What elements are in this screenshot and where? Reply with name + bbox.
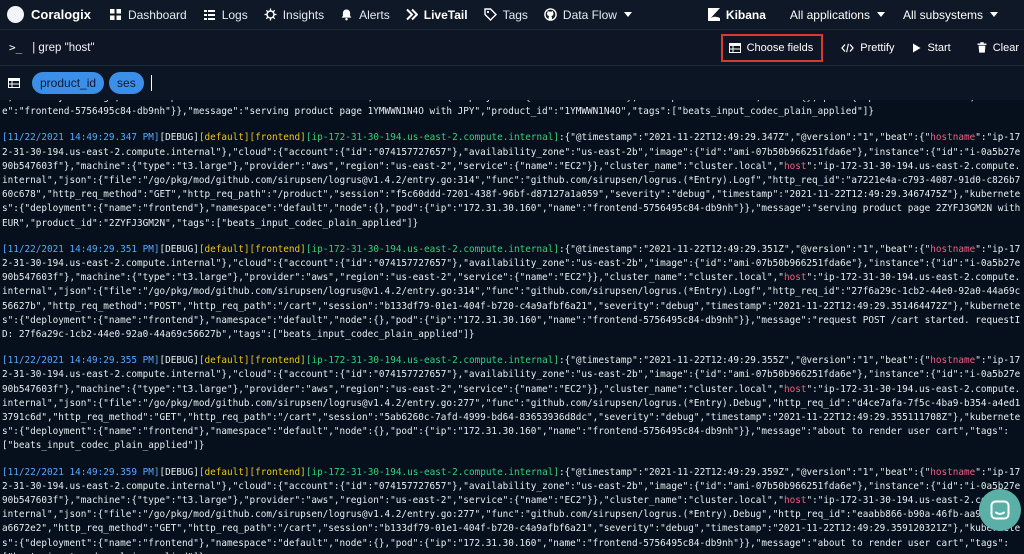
fields-bar: product_id ses [0, 66, 1024, 100]
nav-alerts[interactable]: Alerts [340, 8, 390, 22]
logs-icon [203, 10, 215, 20]
coralogix-logo-icon [7, 6, 24, 23]
nav-logs-label: Logs [221, 7, 248, 22]
log-entry[interactable]: [11/22/2021 14:49:29.351 PM][DEBUG][defa… [2, 243, 1024, 342]
query-bar: >_ | grep "host" Choose fields Prettify … [0, 30, 1024, 66]
log-severity: [DEBUG] [159, 355, 199, 367]
log-subsystem: [frontend] [249, 355, 306, 367]
log-severity: [DEBUG] [159, 243, 199, 255]
nav-dashboard-label: Dashboard [127, 7, 187, 22]
livetail-icon [406, 8, 418, 21]
nav-tags-label: Tags [502, 7, 528, 22]
nav-logs[interactable]: Logs [203, 8, 248, 22]
log-timestamp: [11/22/2021 14:49:29.355 PM] [2, 355, 160, 367]
terminal-prompt-icon: >_ [9, 41, 23, 54]
kibana-icon [707, 8, 720, 21]
nav-insights-label: Insights [282, 7, 325, 22]
brand-name: Coralogix [31, 7, 91, 22]
top-nav: Coralogix Dashboard Logs Insights Alerts… [0, 0, 1024, 30]
play-icon [913, 43, 921, 52]
log-entry[interactable]: [11/22/2021 14:49:29.347 PM][DEBUG][defa… [2, 131, 1024, 230]
table-icon [728, 42, 741, 53]
code-icon [841, 43, 855, 52]
subsystems-dropdown[interactable]: All subsystems [903, 8, 998, 22]
prettify-button[interactable]: Prettify [841, 42, 894, 54]
log-host: [ip-172-31-30-194.us-east-2.compute.inte… [305, 132, 559, 144]
grep-match: host [783, 160, 807, 172]
log-severity: [DEBUG] [159, 466, 199, 478]
log-host: [ip-172-31-30-194.us-east-2.compute.inte… [305, 466, 559, 478]
log-entry[interactable]: [11/22/2021 14:49:29.359 PM][DEBUG][defa… [2, 466, 1024, 554]
choose-fields-label: Choose fields [746, 41, 814, 54]
brand[interactable]: Coralogix [7, 6, 91, 23]
tag-icon [483, 8, 497, 21]
log-host: [ip-172-31-30-194.us-east-2.compute.inte… [305, 243, 559, 255]
log-application: [default] [198, 132, 250, 144]
log-text: :{"@timestamp":"2021-11-22T12:49:29.351Z… [558, 243, 931, 255]
chat-icon [990, 500, 1010, 520]
nav-dataflow-label: Data Flow [562, 7, 617, 22]
log-timestamp: [11/22/2021 14:49:29.351 PM] [2, 243, 160, 255]
trash-icon [977, 42, 987, 53]
log-text: :{"@timestamp":"2021-11-22T12:49:29.355Z… [558, 355, 931, 367]
start-label: Start [927, 41, 951, 54]
grep-match: host [783, 272, 807, 284]
log-subsystem: [frontend] [249, 466, 306, 478]
log-text: :{"@timestamp":"2021-11-22T12:49:29.359Z… [558, 466, 931, 478]
log-host: [ip-172-31-30-194.us-east-2.compute.inte… [305, 355, 559, 367]
github-icon [544, 8, 557, 21]
applications-label: All applications [789, 7, 870, 22]
chat-widget-button[interactable] [979, 489, 1021, 531]
log-application: [default] [198, 355, 250, 367]
table-icon[interactable] [8, 78, 20, 88]
log-application: [default] [198, 243, 250, 255]
log-timestamp: [11/22/2021 14:49:29.359 PM] [2, 466, 160, 478]
log-entry[interactable]: ","severity":"debug","timestamp":"2021-1… [2, 100, 1024, 119]
nav-insights[interactable]: Insights [264, 8, 324, 22]
bell-icon [341, 9, 352, 21]
nav-tags[interactable]: Tags [483, 7, 528, 22]
insights-icon [264, 8, 277, 21]
grep-match: hostname [930, 355, 976, 367]
dashboard-icon [109, 9, 121, 20]
chevron-down-icon [623, 12, 632, 17]
text-cursor [150, 75, 152, 91]
query-input[interactable]: | grep "host" [32, 42, 94, 54]
log-body: ","severity":"debug","timestamp":"2021-1… [2, 100, 998, 118]
log-text: :{"@timestamp":"2021-11-22T12:49:29.347Z… [558, 132, 931, 144]
log-application: [default] [198, 466, 250, 478]
log-subsystem: [frontend] [249, 132, 306, 144]
kibana-link[interactable]: Kibana [707, 7, 766, 22]
chevron-down-icon [876, 12, 885, 17]
applications-dropdown[interactable]: All applications [790, 8, 885, 22]
nav-livetail[interactable]: LiveTail [406, 8, 468, 22]
grep-match: host [783, 495, 807, 507]
log-subsystem: [frontend] [249, 243, 306, 255]
grep-match: hostname [930, 243, 976, 255]
clear-label: Clear [992, 41, 1019, 54]
start-button[interactable]: Start [912, 41, 951, 54]
grep-match: hostname [930, 132, 976, 144]
kibana-label: Kibana [725, 7, 766, 22]
log-severity: [DEBUG] [159, 132, 199, 144]
field-chip-product-id[interactable]: product_id [32, 72, 105, 94]
grep-match: host [783, 383, 807, 395]
grep-match: hostname [930, 466, 976, 478]
log-entry[interactable]: [11/22/2021 14:49:29.355 PM][DEBUG][defa… [2, 354, 1024, 453]
choose-fields-button[interactable]: Choose fields [720, 33, 824, 62]
nav-dashboard[interactable]: Dashboard [109, 8, 187, 22]
nav-livetail-label: LiveTail [423, 7, 468, 22]
prettify-label: Prettify [860, 41, 895, 54]
chevron-down-icon [990, 12, 998, 17]
nav-dataflow[interactable]: Data Flow [544, 8, 632, 22]
clear-button[interactable]: Clear [977, 42, 1019, 54]
nav-alerts-label: Alerts [359, 7, 390, 22]
subsystems-label: All subsystems [902, 7, 983, 22]
live-tail-log-stream[interactable]: ","severity":"debug","timestamp":"2021-1… [0, 100, 1024, 554]
log-timestamp: [11/22/2021 14:49:29.347 PM] [2, 132, 160, 144]
field-chip-ses[interactable]: ses [109, 72, 144, 94]
